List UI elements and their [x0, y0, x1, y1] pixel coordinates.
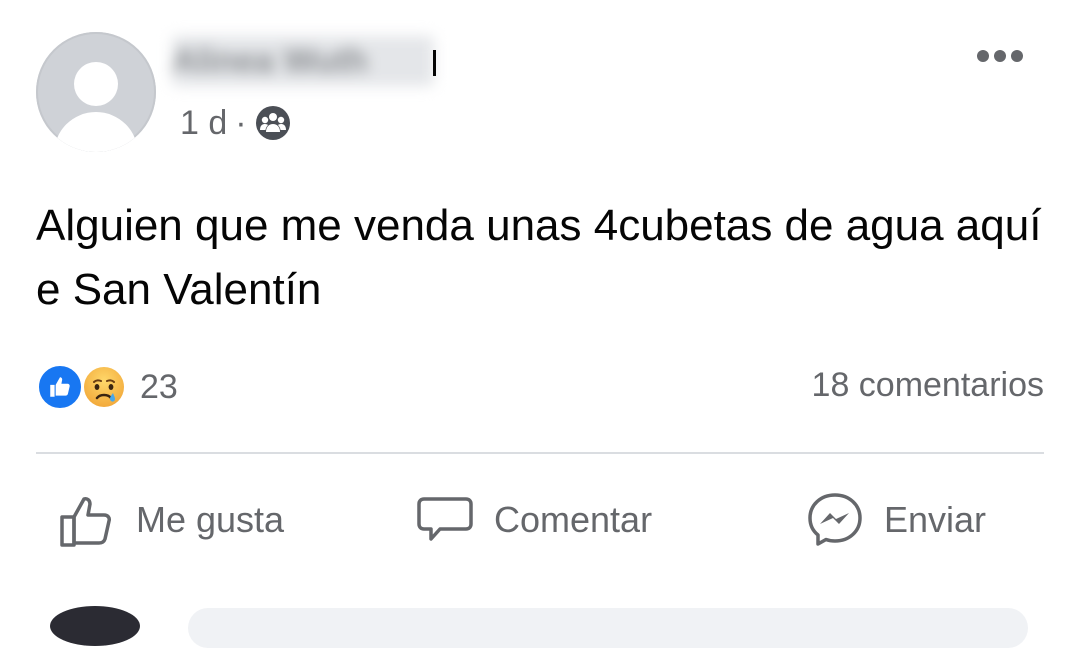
- like-button[interactable]: Me gusta: [56, 484, 284, 556]
- post-card: Alinea Wuth 1 d · Alguien que me venda u…: [0, 0, 1080, 648]
- current-user-avatar[interactable]: [50, 606, 140, 646]
- meta-separator: ·: [235, 103, 247, 142]
- sad-reaction-icon: [80, 363, 128, 411]
- post-meta: 1 d ·: [180, 100, 291, 146]
- comment-label: Comentar: [494, 499, 653, 540]
- reaction-count: 23: [140, 367, 178, 406]
- group-icon[interactable]: [255, 105, 291, 141]
- comment-button[interactable]: Comentar: [414, 484, 652, 556]
- author-avatar[interactable]: [36, 32, 156, 152]
- like-label: Me gusta: [136, 499, 285, 540]
- post-time[interactable]: 1 d: [180, 104, 227, 143]
- comment-input[interactable]: [188, 608, 1028, 648]
- messenger-icon: [804, 489, 866, 551]
- comment-bubble-icon: [414, 489, 476, 551]
- author-name[interactable]: Alinea Wuth: [172, 36, 434, 86]
- post-text: Alguien que me venda unas 4cubetas de ag…: [36, 201, 1042, 314]
- divider: [36, 452, 1044, 454]
- comments-count-link[interactable]: 18 comentarios: [812, 366, 1044, 405]
- send-label: Enviar: [884, 499, 987, 540]
- reactions-summary[interactable]: 23: [36, 362, 178, 412]
- text-cursor: [433, 50, 436, 76]
- send-button[interactable]: Enviar: [804, 484, 986, 556]
- thumbs-up-icon: [56, 489, 118, 551]
- like-reaction-icon: [36, 363, 84, 411]
- more-dots-icon[interactable]: [966, 36, 1034, 76]
